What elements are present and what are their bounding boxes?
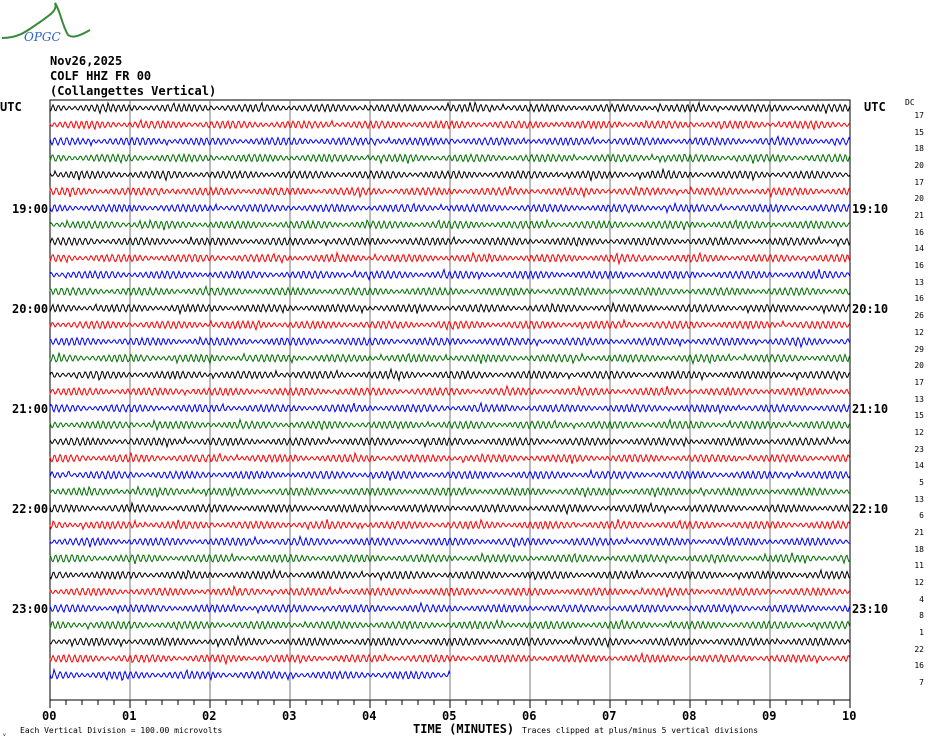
dc-offset-label: 13 [914,277,924,287]
left-hour-label: 23:00 [12,602,49,617]
station-label: COLF HHZ FR 00 [50,69,152,83]
x-tick-label: 05 [442,709,457,723]
dc-offset-label: 4 [919,594,924,604]
dc-offset-label: 21 [914,211,924,221]
dc-offset-label: 17 [914,111,924,120]
right-hour-label: 19:10 [852,202,889,217]
svg-text:OPGC: OPGC [24,30,61,44]
dc-offset-label: 18 [914,544,924,554]
x-tick-label: 08 [682,709,697,723]
dc-offset-label: 13 [914,494,924,504]
dc-offset-label: 13 [914,394,924,404]
location-label: (Collangettes Vertical) [50,84,217,98]
dc-offset-label: 18 [914,144,924,154]
right-hour-label: 23:10 [852,602,889,617]
footer-mark: ᵥ [2,729,7,738]
x-tick-label: 07 [602,709,617,723]
dc-offset-label: 20 [914,361,924,371]
date-label: Nov26,2025 [50,54,123,68]
trace-line [49,667,451,682]
dc-offset-label: 21 [914,528,924,537]
dc-offset-label: 11 [914,561,924,571]
left-hour-label: 21:00 [12,402,49,417]
left-utc-label: UTC [0,100,22,114]
x-tick-label: 10 [842,709,857,723]
left-hour-label: 20:00 [12,302,49,317]
left-hour-label: 19:00 [12,202,49,217]
dc-offset-label: 14 [914,244,924,254]
x-tick-label: 09 [762,709,777,723]
dc-offset-label: 16 [914,261,924,271]
dc-offset-label: 15 [914,411,924,421]
left-hour-label: 22:00 [12,502,49,517]
x-tick-label: 02 [202,709,217,723]
opgc-logo: OPGC [1,2,91,44]
dc-offset-label: 22 [914,644,924,654]
right-hour-label: 21:10 [852,402,889,417]
dc-label: DC [905,98,915,107]
x-axis-title: TIME (MINUTES) [413,722,515,736]
x-tick-label: 01 [122,709,137,723]
dc-offset-label: 16 [914,661,924,671]
helicorder-plot: OPGC [1,2,851,708]
dc-offset-label: 12 [914,578,924,588]
dc-offset-label: 15 [914,127,924,137]
right-utc-label: UTC [864,100,886,114]
dc-offset-label: 23 [914,444,924,454]
x-tick-label: 00 [42,709,57,723]
dc-offset-label: 16 [914,227,924,237]
footer-scale: Each Vertical Division = 100.00 microvol… [20,726,223,735]
dc-offset-label: 1 [919,628,924,638]
dc-offset-label: 12 [914,427,924,437]
dc-offset-label: 26 [914,311,924,321]
dc-offset-label: 8 [919,611,924,621]
dc-offset-label: 7 [919,678,924,688]
dc-offset-label: 17 [914,377,924,387]
dc-offset-label: 12 [914,327,924,337]
footer-clip: Traces clipped at plus/minus 5 vertical … [522,726,759,735]
dc-offset-label: 5 [919,477,924,487]
dc-offset-label: 17 [914,177,924,187]
right-hour-label: 20:10 [852,302,889,317]
right-hour-label: 22:10 [852,502,889,517]
dc-offset-label: 29 [914,344,924,354]
x-tick-label: 06 [522,709,537,723]
dc-offset-label: 20 [914,194,924,204]
dc-offset-label: 16 [914,294,924,304]
x-tick-label: 03 [282,709,297,723]
x-tick-label: 04 [362,709,377,723]
dc-offset-label: 6 [919,511,924,521]
dc-offset-label: 20 [914,161,924,171]
dc-offset-label: 14 [914,461,924,471]
